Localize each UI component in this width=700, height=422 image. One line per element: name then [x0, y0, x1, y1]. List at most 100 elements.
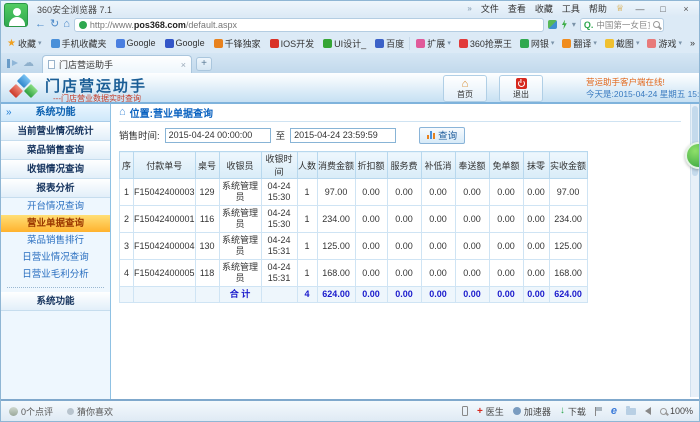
refresh-icon[interactable]: ↻	[50, 19, 59, 30]
search-input[interactable]: Q. 中国第一女巨贪落网	[580, 18, 664, 32]
speed-mode-icon[interactable]	[561, 20, 568, 30]
search-icon[interactable]	[653, 21, 660, 28]
menu-bar: » 文件查看收藏工具帮助 ♕ — □ ×	[467, 2, 699, 15]
tab-list-icon[interactable]	[7, 59, 17, 68]
chevron-down-icon: ▾	[593, 39, 597, 47]
sidebar-item[interactable]: 开台情况查询	[1, 198, 110, 215]
sidebar-item[interactable]: 收银情况查询	[1, 160, 110, 179]
date-from-input[interactable]	[165, 128, 271, 143]
home-icon[interactable]: ⌂	[63, 19, 70, 30]
table-cell: 2	[120, 206, 134, 233]
bookmark-item[interactable]: UI设计_	[323, 37, 366, 50]
toolbar-item[interactable]: 翻译▾	[562, 37, 597, 50]
tab-active[interactable]: 门店营运助手 ×	[42, 55, 192, 73]
bookmark-item[interactable]: Google	[165, 38, 205, 48]
media-grab-icon[interactable]	[548, 20, 557, 29]
table-cell: F15042400003	[134, 179, 196, 206]
zoom-item[interactable]: 100%	[660, 406, 693, 416]
menu-item-收藏[interactable]: 收藏	[535, 2, 553, 15]
toolbar-item[interactable]: 网银▾	[520, 37, 555, 50]
tab-tools: ☁	[7, 53, 34, 73]
menu-item-查看[interactable]: 查看	[508, 2, 526, 15]
sidebar-item[interactable]: 当前营业情况统计	[1, 122, 110, 141]
breadcrumb-text: 位置:营业单据查询	[130, 105, 213, 120]
table-row[interactable]: 3F15042400004130系统管理员04-2415:311125.000.…	[120, 233, 588, 260]
app-exit-button[interactable]: 退出	[499, 75, 543, 102]
toolbar-item[interactable]: 截图▾	[605, 37, 640, 50]
date-to-input[interactable]	[290, 128, 396, 143]
menu-item-工具[interactable]: 工具	[562, 2, 580, 15]
table-row[interactable]: 1F15042400003129系统管理员04-2415:30197.000.0…	[120, 179, 588, 206]
sidebar-item[interactable]: 报表分析	[1, 179, 110, 198]
menu-items: 文件查看收藏工具帮助	[481, 2, 607, 15]
doctor-item[interactable]: + 医生	[477, 405, 504, 418]
favicon-icon	[51, 39, 60, 48]
table-header-row: 序付款单号桌号收银员收银时间人数消费金额折扣额服务费补低消奉送额免单额抹零实收金…	[120, 152, 588, 179]
query-label: 销售时间:	[119, 128, 160, 142]
menu-item-文件[interactable]: 文件	[481, 2, 499, 15]
sidebar-collapse-icon[interactable]: »	[6, 104, 12, 122]
table-cell: 04-2415:31	[261, 260, 297, 287]
table-cell: 130	[195, 233, 219, 260]
sidebar-item[interactable]: 菜品销售排行	[1, 232, 110, 249]
bookmark-item[interactable]: Google	[116, 38, 156, 48]
table-cell: 0.00	[421, 179, 455, 206]
restore-button[interactable]: □	[656, 4, 670, 14]
bookmark-item[interactable]: ★收藏▾	[7, 37, 42, 50]
sidebar-item[interactable]: 系统功能	[1, 292, 110, 311]
toolbar-item[interactable]: 扩展▾	[416, 37, 451, 50]
url-field[interactable]: http://www.pos368.com/default.aspx	[74, 18, 544, 32]
minimize-button[interactable]: —	[633, 4, 647, 14]
phone-icon[interactable]	[462, 406, 468, 416]
table-row[interactable]: 2F15042400001116系统管理员04-2415:301234.000.…	[120, 206, 588, 233]
tab-close-icon[interactable]: ×	[181, 60, 186, 70]
table-total-cell	[195, 287, 219, 303]
user-avatar[interactable]	[4, 3, 28, 27]
toolbar-item[interactable]: »	[690, 38, 695, 48]
toolbar-item[interactable]: 360抢票王	[459, 37, 512, 50]
toolbar-item[interactable]: 游戏▾	[647, 37, 682, 50]
reviews-item[interactable]: 0个点评	[9, 405, 53, 418]
zoom-magnifier-icon	[660, 408, 667, 415]
bookmark-item-label: 手机收藏夹	[62, 37, 107, 50]
favicon-icon	[520, 39, 529, 48]
suggest-item[interactable]: 猜你喜欢	[67, 405, 113, 418]
bookmark-item[interactable]: IOS开发	[270, 37, 315, 50]
ie-icon[interactable]: e	[611, 406, 617, 416]
sidebar-item[interactable]: 菜品销售查询	[1, 141, 110, 160]
menu-item-帮助[interactable]: 帮助	[589, 2, 607, 15]
bookmark-item[interactable]: 手机收藏夹	[51, 37, 107, 50]
service-float-button[interactable]	[685, 142, 700, 169]
sidebar-header[interactable]: » 系统功能	[1, 104, 110, 122]
chevron-down-icon[interactable]: ▾	[572, 20, 576, 29]
download-item[interactable]: ↓ 下载	[560, 405, 586, 418]
table-header-cell: 奉送额	[455, 152, 489, 179]
app-subtitle: ---门店营业数据实时查询	[53, 93, 141, 104]
cloud-sync-icon[interactable]: ☁	[23, 58, 34, 69]
table-total-cell: 0.00	[421, 287, 455, 303]
accelerator-item[interactable]: 加速器	[513, 405, 551, 418]
flag-icon[interactable]	[595, 407, 602, 416]
favicon-icon	[416, 39, 425, 48]
table-row[interactable]: 4F15042400005118系统管理员04-2415:311168.000.…	[120, 260, 588, 287]
reviews-label: 0个点评	[21, 405, 53, 418]
close-button[interactable]: ×	[679, 4, 693, 14]
speaker-icon[interactable]	[645, 407, 651, 415]
sidebar-item-selected[interactable]: 营业单据查询	[1, 215, 110, 232]
bookmark-item[interactable]: 百度	[375, 37, 404, 50]
sidebar-item[interactable]: 日营业情况查询	[1, 249, 110, 266]
table-cell: 4	[120, 260, 134, 287]
new-tab-button[interactable]: +	[196, 57, 212, 71]
bookmark-item[interactable]: 千锋独家	[214, 37, 261, 50]
back-icon[interactable]: ←	[35, 19, 46, 30]
app-home-button[interactable]: ⌂ 首页	[443, 75, 487, 102]
sidebar-item[interactable]: 日营业毛利分析	[1, 266, 110, 283]
date-line: 今天是:2015-04-24 星期五 15:38:48	[586, 88, 700, 100]
crown-icon[interactable]: ♕	[616, 3, 624, 14]
table-cell: 系统管理员	[219, 206, 261, 233]
folder-icon[interactable]	[626, 408, 636, 415]
toolbar-item-label: 截图	[616, 37, 634, 50]
menu-overflow-icon[interactable]: »	[467, 4, 471, 13]
query-button[interactable]: 查询	[419, 127, 465, 144]
table-header-cell: 抹零	[523, 152, 549, 179]
